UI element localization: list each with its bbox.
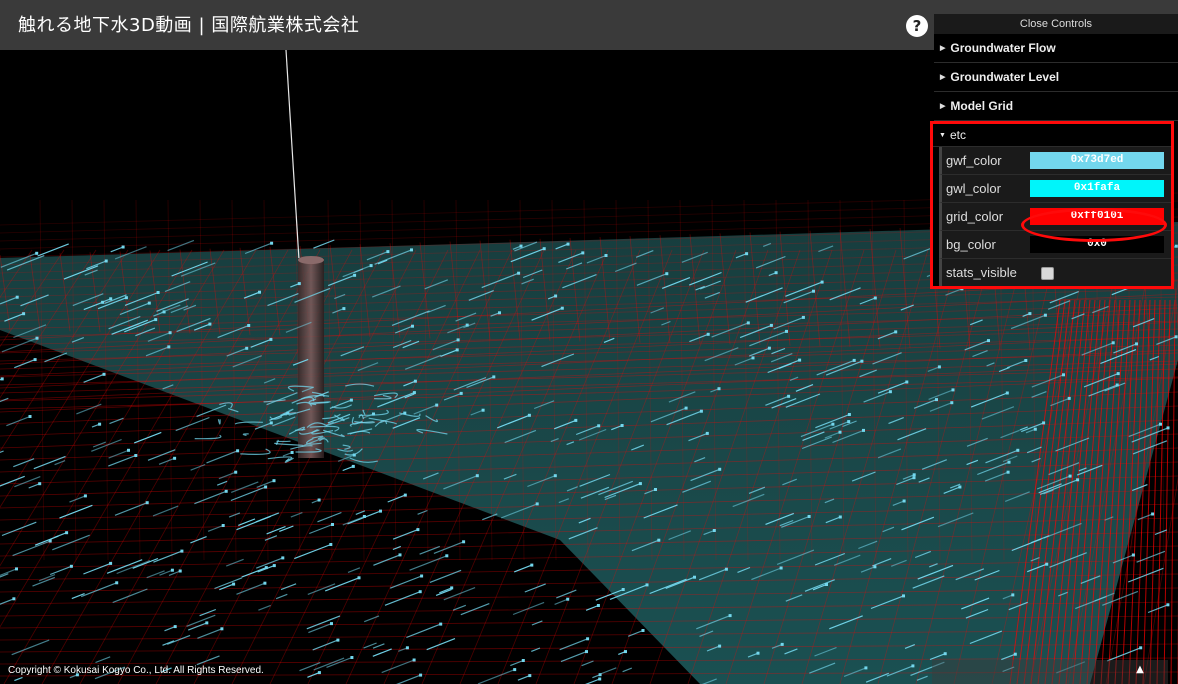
folder-groundwater-flow[interactable]: ▶ Groundwater Flow <box>934 34 1178 63</box>
well-top <box>298 256 324 264</box>
prop-bg-color: bg_color 0x0 <box>939 231 1171 259</box>
controls-panel: Close Controls ▶ Groundwater Flow ▶ Ground… <box>930 14 1178 289</box>
bg-color-picker[interactable]: 0x0 <box>1030 236 1164 253</box>
folder-label: Groundwater Level <box>950 70 1060 84</box>
caret-right-icon: ▶ <box>940 74 946 81</box>
help-button[interactable]: ? <box>906 15 928 37</box>
folder-model-grid[interactable]: ▶ Model Grid <box>934 92 1178 121</box>
close-controls-button[interactable]: Close Controls <box>934 14 1178 34</box>
gwf-color-picker[interactable]: 0x73d7ed <box>1030 152 1164 169</box>
prop-label: grid_color <box>946 209 1004 224</box>
prop-gwl-color: gwl_color 0x1fafa <box>939 175 1171 203</box>
well-cable-line <box>285 49 300 261</box>
folder-groundwater-level[interactable]: ▶ Groundwater Level <box>934 63 1178 92</box>
stats-visible-checkbox[interactable] <box>1041 267 1054 280</box>
prop-grid-color: grid_color 0xff0101 <box>939 203 1171 231</box>
caret-right-icon: ▶ <box>940 103 946 110</box>
page-title: 触れる地下水3D動画 | 国際航業株式会社 <box>18 15 360 36</box>
prop-gwf-color: gwf_color 0x73d7ed <box>939 147 1171 175</box>
scroll-top-icon[interactable]: ▲ <box>1118 658 1162 682</box>
prop-label: gwf_color <box>946 153 1002 168</box>
folder-etc[interactable]: ▼ etc <box>933 124 1171 147</box>
3d-viewport[interactable]: 触れる地下水3D動画 | 国際航業株式会社 ? Close Controls ▶… <box>0 0 1178 684</box>
grid-color-picker[interactable]: 0xff0101 <box>1030 208 1164 225</box>
prop-label: bg_color <box>946 237 996 252</box>
folder-label: Model Grid <box>950 99 1014 113</box>
gwl-color-picker[interactable]: 0x1fafa <box>1030 180 1164 197</box>
caret-down-icon: ▼ <box>939 132 946 139</box>
caret-right-icon: ▶ <box>940 45 946 52</box>
copyright-text: Copyright © Kokusai Kogyo Co., Ltd. All … <box>8 665 264 676</box>
prop-stats-visible: stats_visible <box>939 259 1171 286</box>
prop-label: stats_visible <box>946 265 1017 280</box>
folder-label: etc <box>949 128 966 142</box>
folder-label: Groundwater Flow <box>950 41 1056 55</box>
prop-label: gwl_color <box>946 181 1001 196</box>
etc-folder-highlight: ▼ etc gwf_color 0x73d7ed gwl_color 0x1faf… <box>930 121 1174 289</box>
